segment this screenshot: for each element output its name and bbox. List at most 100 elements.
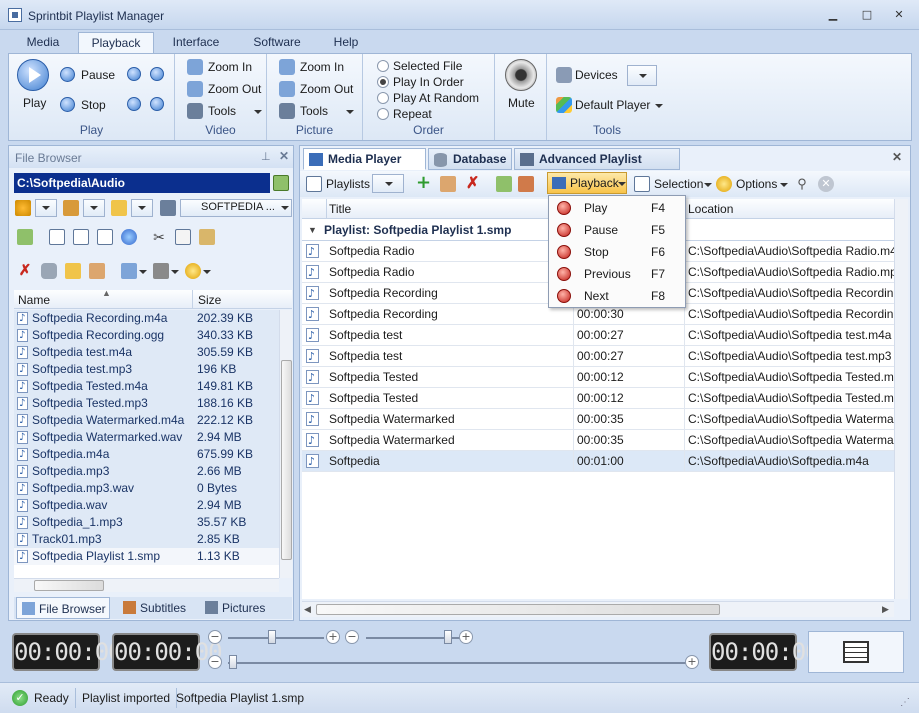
order-option-label[interactable]: Repeat [393,107,432,121]
tab-database[interactable]: Database [428,148,512,170]
menu-item-next[interactable]: Next F8 [551,285,683,307]
seek-minus-button[interactable]: − [208,655,222,669]
file-row[interactable]: Softpedia Watermarked.wav 2.94 MB [14,429,279,446]
go-up-icon[interactable] [273,175,289,191]
file-list-hscroll[interactable] [14,578,279,592]
tab-file-browser[interactable]: File Browser [16,597,110,619]
cut-icon[interactable]: ✂ [151,229,167,245]
drive-select[interactable]: SOFTPEDIA ... [180,199,292,217]
video-zoom-out-button[interactable]: Zoom Out [208,82,261,96]
file-row[interactable]: Softpedia.mp3.wav 0 Bytes [14,480,279,497]
picture-tools-button[interactable]: Tools [300,104,328,118]
resize-grip-icon[interactable]: ⋰ [900,697,910,708]
selection-button[interactable]: Selection [654,177,703,191]
file-list-vscroll[interactable] [279,310,292,578]
file-row[interactable]: Softpedia Watermarked.m4a 222.12 KB [14,412,279,429]
import-icon[interactable] [496,176,512,192]
search-icon[interactable]: ⚲ [794,176,810,192]
mute-button[interactable]: Mute [508,96,535,110]
order-option-label[interactable]: Play At Random [393,91,479,105]
folder-dropdown[interactable] [131,199,153,217]
tab-pictures[interactable]: Pictures [200,597,280,619]
devices-button[interactable]: Devices [575,68,618,82]
volume-plus-button[interactable]: + [326,630,340,644]
menu-item-stop[interactable]: Stop F6 [551,241,683,263]
play-button[interactable] [17,59,49,91]
paste-icon[interactable] [199,229,215,245]
file-row[interactable]: Softpedia Tested.m4a 149.81 KB [14,378,279,395]
menu-item-pause[interactable]: Pause F5 [551,219,683,241]
favorites-dropdown[interactable] [35,199,57,217]
tab-software[interactable]: Software [238,32,316,53]
rename-icon[interactable] [89,263,105,279]
scroll-thumb[interactable] [281,360,292,560]
playback-menu-button[interactable]: Playback [547,172,627,194]
seek-plus-button[interactable]: + [685,655,699,669]
scroll-thumb[interactable] [34,580,104,591]
radio-play-in-order[interactable] [377,76,389,88]
file-row[interactable]: Track01.mp3 2.85 KB [14,531,279,548]
balance-plus-button[interactable]: + [459,630,473,644]
devices-dropdown[interactable] [627,65,657,86]
stop-button[interactable]: Stop [81,98,106,112]
minimize-button[interactable]: ▁ [826,9,840,21]
go-up-icon[interactable] [17,229,33,245]
playlists-label[interactable]: Playlists [326,177,370,191]
skip-back-icon[interactable] [127,67,141,81]
scroll-right-icon[interactable]: ▶ [882,604,889,615]
add-icon[interactable]: + [416,173,431,193]
file-row[interactable]: Softpedia.wav 2.94 MB [14,497,279,514]
tab-help[interactable]: Help [320,32,372,53]
playlist-window-button[interactable] [808,631,904,673]
volume-slider[interactable] [228,637,324,639]
pause-icon[interactable] [60,67,75,82]
view-list-icon[interactable] [73,229,89,245]
close-button[interactable]: ✕ [892,9,906,21]
scroll-thumb[interactable] [316,604,720,615]
radio-play-at-random[interactable] [377,92,389,104]
tab-media-player[interactable]: Media Player [303,148,426,170]
playlist-row[interactable]: Softpedia test00:00:27C:\Softpedia\Audio… [302,346,894,367]
library-icon[interactable] [63,200,79,216]
video-zoom-in-button[interactable]: Zoom In [208,60,252,74]
close-icon[interactable]: ✕ [279,149,289,163]
export-icon[interactable] [518,176,534,192]
skip-forward-icon[interactable] [150,67,164,81]
tab-interface[interactable]: Interface [158,32,234,53]
seek-slider-knob[interactable] [229,655,237,669]
new-folder-icon[interactable] [65,263,81,279]
speaker-icon[interactable] [505,59,537,91]
grid-hscroll[interactable]: ◀ ▶ [302,601,894,617]
favorites-icon[interactable] [15,200,31,216]
grid-vscroll[interactable] [894,199,908,599]
radio-selected-file[interactable] [377,60,389,72]
video-tools-button[interactable]: Tools [208,104,236,118]
options-icon[interactable] [185,263,201,279]
pause-button[interactable]: Pause [81,68,115,82]
folder-icon[interactable] [111,200,127,216]
library-dropdown[interactable] [83,199,105,217]
delete-icon[interactable]: ✗ [466,173,479,193]
seek-slider[interactable] [228,662,686,664]
name-column-header[interactable]: Name [18,293,50,307]
file-row[interactable]: Softpedia test.m4a 305.59 KB [14,344,279,361]
rewind-icon[interactable] [127,97,141,111]
path-bar[interactable]: C:\Softpedia\Audio [14,173,270,193]
menu-item-previous[interactable]: Previous F7 [551,263,683,285]
order-option-label[interactable]: Play In Order [393,75,464,89]
order-option-label[interactable]: Selected File [393,59,462,73]
title-column-header[interactable]: Title [329,202,351,216]
location-column-header[interactable]: Location [688,202,733,216]
scroll-left-icon[interactable]: ◀ [304,604,311,615]
picture-zoom-out-button[interactable]: Zoom Out [300,82,353,96]
balance-minus-button[interactable]: − [345,630,359,644]
close-icon[interactable]: ✕ [892,150,902,164]
view-icons-icon[interactable] [49,229,65,245]
copy-icon[interactable] [175,229,191,245]
default-player-button[interactable]: Default Player [575,98,650,112]
fast-forward-icon[interactable] [150,97,164,111]
delete-icon[interactable]: ✗ [17,263,33,279]
file-row[interactable]: Softpedia.mp3 2.66 MB [14,463,279,480]
stop-icon[interactable] [60,97,75,112]
file-row[interactable]: Softpedia.m4a 675.99 KB [14,446,279,463]
